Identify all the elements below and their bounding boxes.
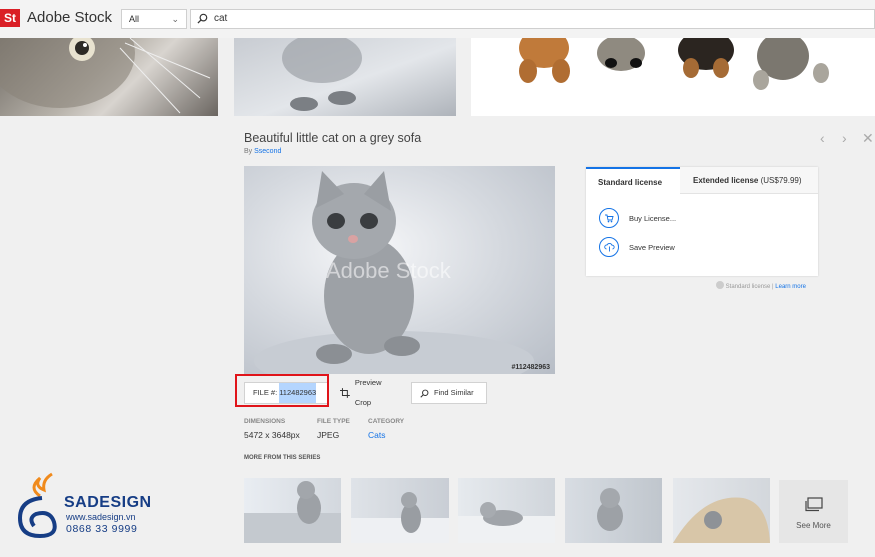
result-thumbnail-cat-face[interactable] (0, 38, 218, 116)
watermark-text: Adobe Stock (326, 258, 451, 283)
sadesign-name: SADESIGN (64, 494, 152, 511)
sadesign-swirl-icon (17, 472, 57, 539)
dimensions-value: 5472 x 3648px (244, 430, 300, 440)
save-preview-button[interactable]: Save Preview (599, 237, 675, 257)
kitten-thumb-3 (458, 502, 555, 543)
next-asset-icon[interactable]: › (842, 130, 847, 146)
find-similar-label: Find Similar (434, 388, 474, 397)
search-icon (197, 13, 208, 24)
series-thumbnail-1[interactable] (244, 478, 341, 543)
extended-price: (US$79.99) (760, 176, 802, 185)
series-thumbnail-4[interactable] (565, 478, 662, 543)
chevron-down-icon: ⌄ (171, 14, 179, 24)
adobe-stock-logo[interactable]: St (0, 9, 20, 27)
tab-extended-license[interactable]: Extended license (US$79.99) (680, 167, 818, 194)
kitten-paws-image (282, 38, 362, 111)
asset-byline: By Ssecond (244, 148, 281, 155)
cart-icon (599, 208, 619, 228)
series-thumbnail-2[interactable] (351, 478, 449, 543)
search-input[interactable]: cat (190, 9, 875, 29)
file-type-value: JPEG (317, 430, 340, 440)
sadesign-logo: SADESIGN www.sadesign.vn 0868 33 9999 (14, 470, 174, 545)
search-icon (420, 389, 429, 398)
pets-banner-image (519, 38, 829, 90)
result-thumbnail-pets-banner[interactable] (471, 38, 875, 116)
dimensions-label: DIMENSIONS (244, 418, 286, 425)
kitten-blanket-thumb (673, 497, 770, 543)
by-prefix: By (244, 148, 253, 155)
red-highlight-box (235, 374, 329, 407)
close-detail-icon[interactable]: ✕ (862, 130, 874, 147)
result-thumbnail-kitten-sofa[interactable] (234, 38, 456, 116)
see-more-button[interactable]: See More (779, 480, 848, 543)
preview-crop-label: Preview Crop (354, 378, 382, 407)
preview-crop-button[interactable]: Preview Crop (332, 378, 407, 407)
author-link[interactable]: Ssecond (254, 148, 281, 155)
gallery-icon (805, 497, 823, 512)
category-label: CATEGORY (368, 418, 405, 425)
series-thumbnail-5[interactable] (673, 478, 770, 543)
kitten-thumb-1 (244, 481, 341, 543)
kitten-thumb-4 (597, 488, 623, 531)
license-card: Standard license Extended license (US$79… (586, 167, 818, 276)
crop-icon (340, 388, 350, 398)
license-note-text: Standard license | (725, 284, 774, 290)
sadesign-phone: 0868 33 9999 (66, 523, 138, 535)
series-thumbnail-3[interactable] (458, 478, 555, 543)
buy-license-label: Buy License... (629, 213, 677, 223)
filter-value: All (129, 14, 140, 24)
search-filter-select[interactable]: All ⌄ (121, 9, 187, 29)
buy-license-button[interactable]: Buy License... (599, 208, 676, 228)
asset-title: Beautiful little cat on a grey sofa (244, 131, 422, 145)
previous-asset-icon[interactable]: ‹ (820, 130, 825, 146)
brand-name[interactable]: Adobe Stock (27, 9, 112, 26)
file-number-overlay: #112482963 (511, 364, 550, 371)
license-note: Standard license | Learn more (716, 281, 806, 290)
asset-preview-image[interactable]: Adobe Stock #112482963 (244, 166, 555, 374)
series-heading: MORE FROM THIS SERIES (244, 455, 321, 461)
category-link[interactable]: Cats (368, 430, 385, 440)
find-similar-button[interactable]: Find Similar (411, 382, 487, 404)
learn-more-link[interactable]: Learn more (775, 284, 806, 290)
kitten-thumb-2 (351, 492, 449, 543)
save-preview-label: Save Preview (629, 242, 675, 252)
cat-face-image (0, 38, 211, 114)
check-icon (716, 281, 724, 289)
cloud-download-icon (599, 237, 619, 257)
extended-label: Extended license (693, 176, 759, 185)
tab-standard-license[interactable]: Standard license (586, 167, 680, 194)
file-type-label: FILE TYPE (317, 418, 350, 425)
see-more-label: See More (796, 521, 831, 530)
search-query: cat (214, 13, 228, 24)
top-bar: St Adobe Stock All ⌄ cat (0, 0, 875, 38)
sadesign-website: www.sadesign.vn (66, 512, 136, 522)
